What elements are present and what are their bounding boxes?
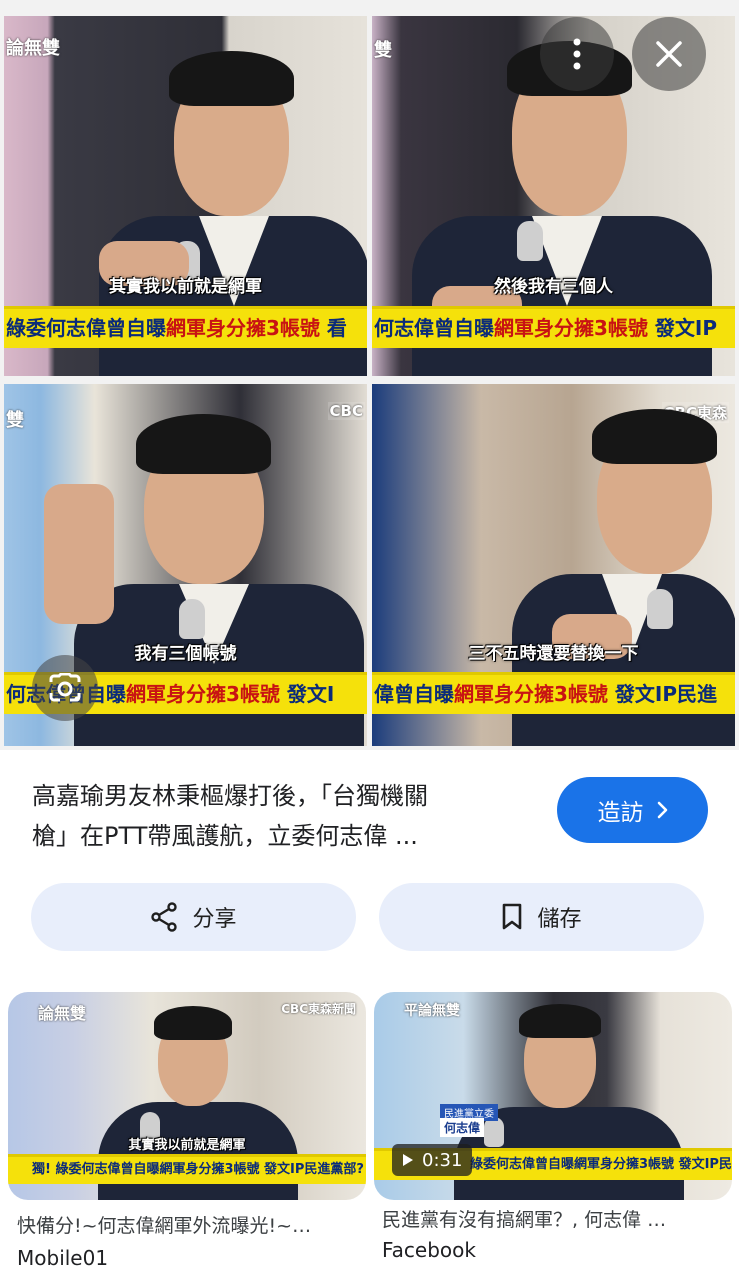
- chevron-right-icon: [657, 801, 667, 819]
- video-subtitle: 三不五時還要替換一下: [468, 644, 639, 664]
- google-lens-icon: [49, 673, 81, 702]
- collage-panel-1: 論無雙 其實我以前就是網軍 綠委何志偉曾自曝網軍身分擁3帳號 看: [4, 16, 367, 376]
- more-vert-icon: [573, 38, 581, 70]
- related-image-1[interactable]: 論無雙 CBC東森新聞 其實我以前就是網軍 獨! 綠委何志偉曾自曝網軍身分擁3帳…: [8, 992, 366, 1200]
- channel-logo-right: CBC: [327, 402, 365, 420]
- name-tag-name: 何志偉: [440, 1118, 485, 1137]
- channel-logo: 雙: [374, 40, 392, 61]
- video-subtitle: 其實我以前就是網軍: [128, 1138, 246, 1153]
- channel-logo: 論無雙: [6, 38, 60, 59]
- save-button[interactable]: 儲存: [379, 883, 704, 951]
- channel-logo: 平論無雙: [404, 1003, 460, 1019]
- bookmark-icon: [503, 903, 522, 930]
- news-ticker: 何志偉曾自曝網軍身分擁3帳號 發文IP: [372, 306, 735, 348]
- channel-logo: 雙: [6, 410, 24, 431]
- collage-panel-4: CBC東森 三不五時還要替換一下 偉曾自曝網軍身分擁3帳號 發文IP民進: [372, 384, 735, 746]
- google-lens-button[interactable]: [32, 655, 98, 721]
- related-caption[interactable]: 快備分!~何志偉網軍外流曝光!~…: [17, 1211, 311, 1238]
- result-title[interactable]: 高嘉瑜男友林秉樞爆打後，「台獨機關 槍」在PTT帶風護航，立委何志偉 ...: [32, 776, 532, 856]
- video-subtitle: 然後我有三個人: [494, 277, 613, 297]
- share-icon: [151, 902, 178, 932]
- channel-logo-right: CBC東森新聞: [281, 1002, 356, 1016]
- news-ticker: 獨! 綠委何志偉曾自曝網軍身分擁3帳號 發文IP民進黨部?: [8, 1154, 366, 1184]
- close-button[interactable]: [632, 17, 706, 91]
- play-icon: [403, 1154, 413, 1166]
- share-button[interactable]: 分享: [31, 883, 356, 951]
- channel-logo: 論無雙: [38, 1004, 87, 1023]
- image-viewer[interactable]: 論無雙 其實我以前就是網軍 綠委何志偉曾自曝網軍身分擁3帳號 看 雙 然後我有三…: [0, 0, 739, 750]
- news-ticker: 綠委何志偉曾自曝網軍身分擁3帳號 看: [4, 306, 367, 348]
- news-ticker: 偉曾自曝網軍身分擁3帳號 發文IP民進: [372, 672, 735, 714]
- visit-button[interactable]: 造訪: [557, 777, 708, 843]
- video-duration-badge: 0:31: [392, 1144, 473, 1176]
- related-source: Facebook: [382, 1238, 476, 1262]
- close-icon: [656, 41, 682, 67]
- related-image-2[interactable]: 平論無雙 民進黨立委 何志偉 綠委何志偉曾自曝網軍身分擁3帳號 發文IP民進黨部…: [374, 992, 732, 1200]
- more-options-button[interactable]: [540, 17, 614, 91]
- video-subtitle: 其實我以前就是網軍: [109, 277, 262, 297]
- related-source: Mobile01: [17, 1246, 109, 1270]
- related-caption[interactable]: 民進黨有沒有搞網軍？, 何志偉 …: [382, 1205, 666, 1232]
